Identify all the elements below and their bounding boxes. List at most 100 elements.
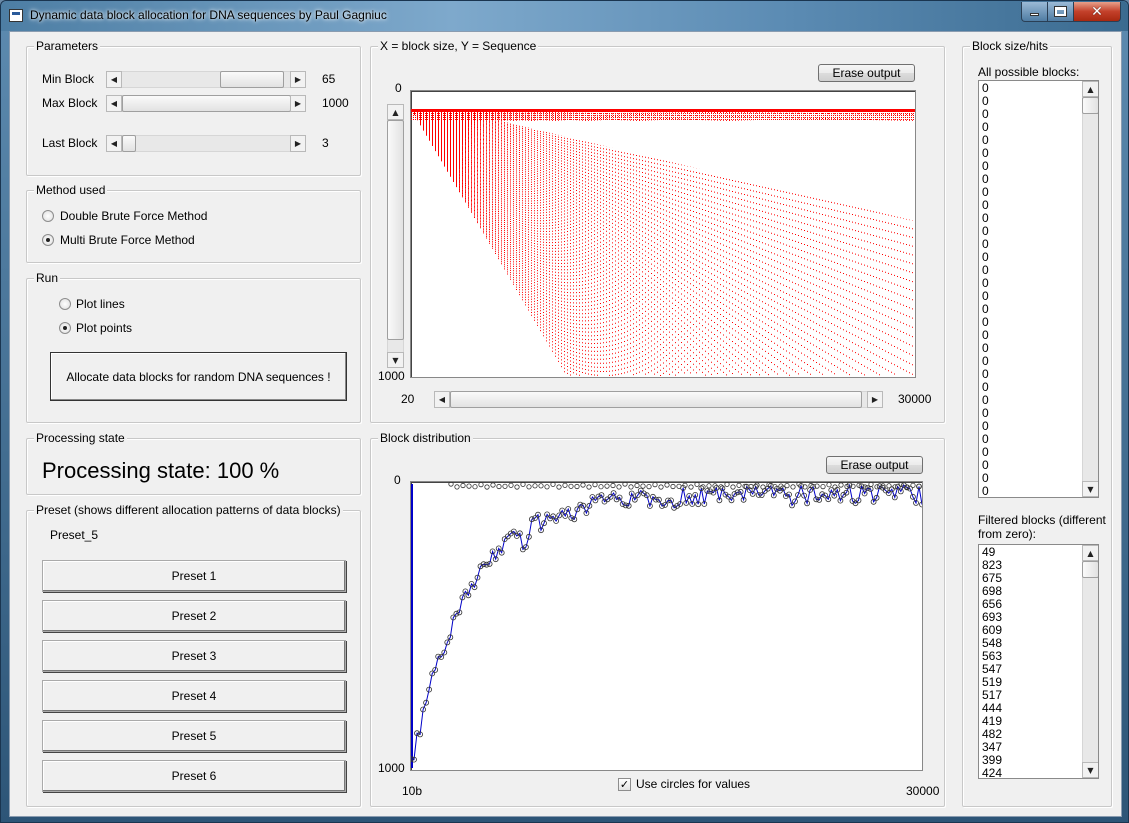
value-circle	[496, 483, 502, 490]
preset-1-button[interactable]: Preset 1	[42, 560, 346, 592]
max-block-label: Max Block	[42, 96, 98, 110]
run-group-label: Run	[34, 271, 61, 285]
filtered-blocks-scroll-up-icon[interactable]: ▲	[1082, 545, 1098, 561]
value-circle	[562, 482, 568, 488]
minimize-button[interactable]	[1021, 2, 1048, 22]
min-block-slider[interactable]: ◀ ▶	[106, 71, 306, 88]
top-plot-vscroll-thumb[interactable]	[387, 120, 404, 340]
top-plot-area[interactable]	[410, 90, 916, 378]
last-block-slider[interactable]: ◀ ▶	[106, 135, 306, 152]
current-preset: Preset_5	[50, 528, 99, 542]
all-blocks-scroll-thumb[interactable]	[1082, 97, 1098, 114]
last-block-left-arrow-icon[interactable]: ◀	[106, 135, 122, 152]
method-multi-label[interactable]: Multi Brute Force Method	[60, 233, 195, 247]
plot-points-radio[interactable]	[59, 322, 71, 334]
all-blocks-scrollbar[interactable]: ▲ ▼	[1082, 81, 1098, 497]
use-circles-label[interactable]: Use circles for values	[636, 777, 750, 791]
min-block-right-arrow-icon[interactable]: ▶	[290, 71, 306, 88]
preset-group: Preset (shows different allocation patte…	[26, 503, 361, 807]
value-circle	[898, 482, 904, 487]
top-plot-dense-band	[411, 109, 915, 112]
top-plot-horizontal-scrollbar[interactable]: ◀ ▶	[434, 391, 883, 408]
plot-lines-label[interactable]: Plot lines	[76, 297, 125, 311]
top-erase-button[interactable]: Erase output	[818, 64, 915, 82]
maximize-icon	[1054, 6, 1067, 17]
plot-points-label[interactable]: Plot points	[76, 321, 132, 335]
value-circle	[736, 482, 742, 488]
top-plot-scroll-down-icon[interactable]: ▼	[387, 352, 404, 368]
processing-group: Processing state Processing state: 100 %	[26, 431, 361, 495]
list-item[interactable]: 424	[982, 767, 1002, 779]
list-item[interactable]: 0	[982, 485, 989, 498]
preset-6-button[interactable]: Preset 6	[42, 760, 346, 792]
value-circle	[658, 484, 664, 490]
last-block-label: Last Block	[42, 136, 98, 150]
max-block-right-arrow-icon[interactable]: ▶	[290, 95, 306, 112]
filtered-blocks-scroll-thumb[interactable]	[1082, 561, 1098, 578]
top-plot-canvas	[411, 109, 915, 376]
use-circles-checkbox[interactable]: ✓	[618, 778, 631, 791]
preset-2-button[interactable]: Preset 2	[42, 600, 346, 632]
value-circle	[598, 484, 604, 490]
top-plot-scroll-up-icon[interactable]: ▲	[387, 104, 404, 120]
value-circle	[706, 483, 712, 489]
value-circle	[838, 482, 844, 488]
last-block-right-arrow-icon[interactable]: ▶	[290, 135, 306, 152]
value-circle	[568, 483, 574, 489]
bottom-plot-canvas	[411, 482, 922, 768]
preset-group-label: Preset (shows different allocation patte…	[34, 503, 343, 517]
value-circle	[550, 482, 556, 487]
value-circle	[652, 482, 658, 488]
value-circle	[448, 482, 454, 487]
max-block-slider-thumb[interactable]	[122, 95, 291, 112]
min-block-slider-thumb[interactable]	[220, 71, 284, 88]
app-icon[interactable]	[9, 9, 23, 22]
all-blocks-listbox[interactable]: ▲ ▼ 00000000000000000000000000000000	[978, 80, 1099, 498]
parameters-group-label: Parameters	[34, 39, 101, 53]
client-area: Parameters Min Block ◀ ▶ 65 Max Block ◀ …	[9, 31, 1122, 817]
preset-3-button[interactable]: Preset 3	[42, 640, 346, 672]
method-double-radio[interactable]	[42, 210, 54, 222]
filtered-blocks-listbox[interactable]: ▲ ▼ 49 823 675 698 656 693 609 548 563 547 519 517 4…	[978, 544, 1099, 779]
bottom-plot-area[interactable]	[410, 481, 923, 771]
value-circle	[592, 482, 598, 488]
value-circle	[784, 482, 790, 489]
value-circle	[466, 483, 472, 489]
run-group: Run Plot lines Plot points Allocate data…	[26, 271, 361, 423]
close-button[interactable]: ✕	[1073, 2, 1121, 22]
top-plot-scroll-left-icon[interactable]: ◀	[434, 391, 450, 408]
bottom-plot-x-right-label: 30000	[906, 784, 940, 798]
value-circle	[820, 483, 826, 490]
preset-4-button[interactable]: Preset 4	[42, 680, 346, 712]
bottom-plot-y-top-label: 0	[394, 473, 401, 487]
min-block-left-arrow-icon[interactable]: ◀	[106, 71, 122, 88]
filtered-blocks-scrollbar[interactable]: ▲ ▼	[1082, 545, 1098, 778]
all-blocks-scroll-up-icon[interactable]: ▲	[1082, 81, 1098, 97]
value-circle	[604, 483, 610, 489]
max-block-left-arrow-icon[interactable]: ◀	[106, 95, 122, 112]
top-plot-vertical-scrollbar[interactable]: ▲ ▼	[387, 104, 404, 368]
method-double-label[interactable]: Double Brute Force Method	[60, 209, 207, 223]
max-block-value: 1000	[322, 96, 349, 110]
maximize-button[interactable]	[1047, 2, 1074, 22]
preset-5-button[interactable]: Preset 5	[42, 720, 346, 752]
value-circle	[532, 483, 538, 489]
title-bar[interactable]: Dynamic data block allocation for DNA se…	[1, 1, 1128, 31]
top-plot-scroll-right-icon[interactable]: ▶	[867, 391, 883, 408]
method-multi-radio[interactable]	[42, 234, 54, 246]
allocate-button[interactable]: Allocate data blocks for random DNA sequ…	[50, 352, 347, 401]
all-blocks-scroll-down-icon[interactable]: ▼	[1082, 481, 1098, 497]
max-block-slider[interactable]: ◀ ▶	[106, 95, 306, 112]
minimize-icon	[1030, 13, 1039, 16]
top-plot-group-label: X = block size, Y = Sequence	[378, 39, 539, 53]
bottom-erase-button[interactable]: Erase output	[826, 456, 923, 474]
top-plot-hscroll-thumb[interactable]	[450, 391, 862, 408]
plot-lines-radio[interactable]	[59, 298, 71, 310]
filtered-blocks-scroll-down-icon[interactable]: ▼	[1082, 762, 1098, 778]
value-circle	[472, 484, 478, 490]
value-circle	[634, 482, 640, 489]
top-plot-y-top-label: 0	[395, 81, 402, 95]
bottom-plot-group-label: Block distribution	[378, 431, 473, 445]
last-block-slider-thumb[interactable]	[122, 135, 136, 152]
value-circle	[610, 482, 616, 489]
